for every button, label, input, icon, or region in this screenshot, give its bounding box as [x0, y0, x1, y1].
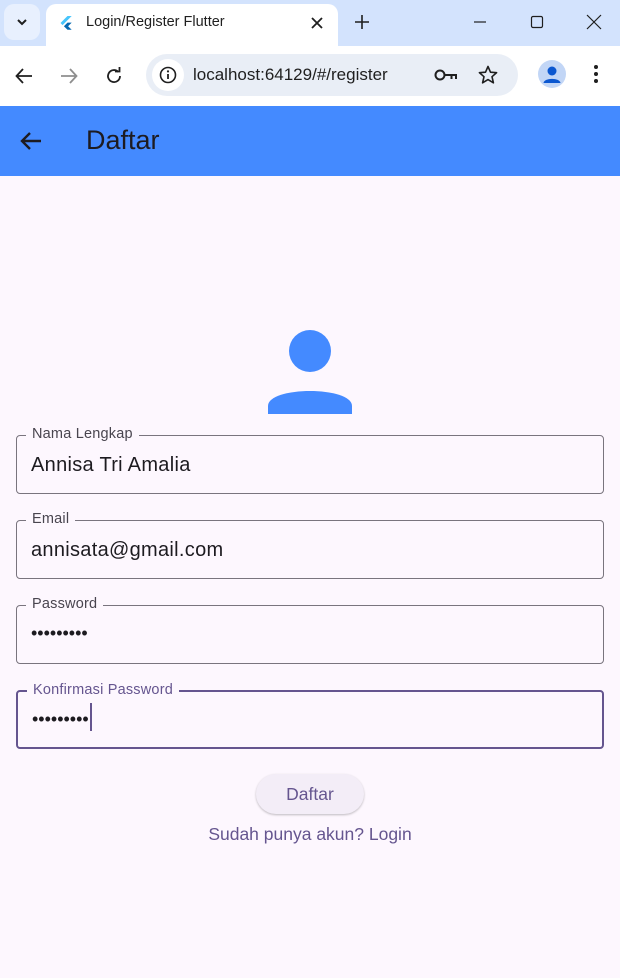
- nama-lengkap-label: Nama Lengkap: [26, 426, 139, 442]
- nama-lengkap-value: Annisa Tri Amalia: [31, 454, 191, 476]
- reload-icon: [107, 67, 121, 83]
- profile-button[interactable]: [538, 60, 566, 88]
- star-icon: [478, 65, 498, 84]
- minimize-button[interactable]: [468, 10, 492, 34]
- arrow-left-icon: [15, 68, 32, 84]
- maximize-icon: [530, 15, 544, 29]
- close-window-icon: [586, 14, 602, 30]
- flutter-icon: [60, 16, 72, 30]
- address-bar[interactable]: localhost:64129/#/register: [146, 54, 518, 96]
- email-field[interactable]: Email annisata@gmail.com: [16, 511, 604, 579]
- plus-icon: [355, 15, 369, 29]
- info-icon: [159, 66, 177, 84]
- person-icon: [543, 66, 561, 83]
- password-manager-button[interactable]: [434, 63, 458, 87]
- person-avatar-icon: [268, 330, 352, 414]
- close-icon: [311, 17, 323, 29]
- tab-title: Login/Register Flutter: [86, 14, 225, 30]
- konfirmasi-password-value: •••••••••: [32, 709, 89, 729]
- password-label: Password: [26, 596, 104, 612]
- tab-search-button[interactable]: [4, 4, 40, 40]
- forward-button[interactable]: [56, 63, 82, 89]
- arrow-back-icon: [20, 132, 41, 150]
- tab-close-button[interactable]: [306, 12, 328, 34]
- text-caret: [89, 703, 92, 732]
- bookmark-button[interactable]: [476, 63, 500, 87]
- browser-tab-strip: Login/Register Flutter: [0, 0, 620, 46]
- maximize-button[interactable]: [525, 10, 549, 34]
- email-label: Email: [26, 511, 76, 527]
- password-value: •••••••••: [31, 623, 88, 643]
- register-page: Nama Lengkap Annisa Tri Amalia Email ann…: [0, 176, 620, 978]
- site-info-button[interactable]: [152, 59, 184, 91]
- minimize-icon: [474, 21, 486, 23]
- url-text: localhost:64129/#/register: [193, 65, 388, 84]
- konfirmasi-password-field[interactable]: Konfirmasi Password •••••••••: [16, 682, 604, 749]
- arrow-right-icon: [61, 68, 78, 84]
- browser-menu-button[interactable]: [584, 62, 608, 86]
- more-vert-icon: [594, 65, 598, 83]
- daftar-button[interactable]: Daftar: [256, 774, 364, 814]
- konfirmasi-password-label: Konfirmasi Password: [27, 682, 179, 698]
- chevron-down-icon: [17, 19, 27, 26]
- app-back-button[interactable]: [18, 128, 44, 154]
- nama-lengkap-field[interactable]: Nama Lengkap Annisa Tri Amalia: [16, 426, 604, 494]
- password-field[interactable]: Password •••••••••: [16, 596, 604, 664]
- key-icon: [434, 69, 457, 81]
- login-link[interactable]: Sudah punya akun? Login: [0, 824, 620, 845]
- reload-button[interactable]: [101, 63, 127, 89]
- app-bar: Daftar: [0, 106, 620, 176]
- konfirmasi-password-input: •••••••••: [32, 703, 92, 732]
- new-tab-button[interactable]: [350, 10, 374, 34]
- browser-tab[interactable]: Login/Register Flutter: [46, 4, 338, 46]
- page-title: Daftar: [86, 125, 160, 155]
- close-window-button[interactable]: [582, 10, 606, 34]
- email-value: annisata@gmail.com: [31, 539, 224, 561]
- browser-toolbar: localhost:64129/#/register: [0, 46, 620, 106]
- back-button[interactable]: [11, 63, 37, 89]
